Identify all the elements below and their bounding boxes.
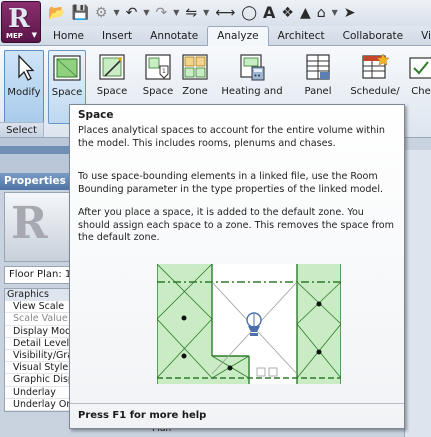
type-selector[interactable]: Floor Plan: 1 (4, 266, 70, 284)
properties-title: Properties (0, 173, 70, 190)
space-label: Space (51, 87, 83, 98)
revit-logo-icon: R (8, 4, 30, 34)
open-icon[interactable]: 📂 (48, 4, 65, 22)
type-preview: R (4, 192, 70, 262)
property-row[interactable]: Scale Value (5, 313, 69, 326)
dropdown-arrow-icon[interactable]: ▼ (203, 4, 209, 22)
property-row[interactable]: Visual Style (5, 362, 69, 375)
space-illustration (157, 264, 341, 384)
property-row[interactable]: Underlay (5, 387, 69, 399)
measure-icon[interactable]: ◯ (241, 4, 257, 22)
zone-label: Zone (182, 86, 208, 97)
undo-icon[interactable]: ↶ (126, 4, 138, 22)
view-area-strip-accent (0, 146, 70, 154)
heating-and-cooling-label: Heating and (221, 86, 283, 97)
align-icon[interactable]: ⇋ (185, 4, 197, 22)
check-systems-label: Che (411, 86, 431, 97)
dropdown-arrow-icon[interactable]: ▼ (143, 4, 149, 22)
ribbon-tabs: Home Insert Annotate Analyze Architect C… (44, 26, 431, 46)
properties-group-graphics[interactable]: Graphics (5, 289, 69, 302)
tab-annotate[interactable]: Annotate (141, 28, 207, 46)
panel-label: Panel (304, 86, 332, 97)
drawing-area-edge (404, 150, 431, 437)
tooltip-linked-file-note: To use space-bounding elements in a link… (78, 171, 384, 195)
home-icon[interactable]: ⌂ (317, 4, 326, 22)
tooltip-zone-note: After you place a space, it is added to … (78, 207, 395, 243)
view-area-strip (0, 138, 70, 173)
text-icon[interactable]: A (263, 4, 275, 22)
revit-logo-icon: R (11, 198, 48, 249)
zone-icon (182, 54, 208, 80)
section-icon[interactable]: ▲ (300, 4, 311, 22)
dropdown-arrow-icon[interactable]: ▼ (332, 4, 338, 22)
3d-view-icon[interactable]: ❖ (281, 4, 294, 22)
schedule-icon (362, 53, 390, 79)
property-row[interactable]: View Scale (5, 301, 69, 314)
panel-schedule-icon (306, 54, 330, 80)
tab-view[interactable]: View (412, 28, 431, 46)
dropdown-arrow-icon[interactable]: ▼ (173, 4, 179, 22)
modify-label: Modify (7, 87, 41, 98)
check-systems-icon (409, 57, 431, 79)
dimension-icon[interactable]: ⟷ (215, 4, 235, 22)
space-separator-icon (99, 54, 125, 80)
tab-architect[interactable]: Architect (269, 28, 334, 46)
tab-analyze[interactable]: Analyze (207, 26, 269, 46)
tooltip-title: Space (78, 109, 114, 121)
svg-text:1: 1 (162, 68, 166, 75)
tab-insert[interactable]: Insert (93, 28, 141, 46)
arrow-icon[interactable]: ➤ (344, 4, 356, 22)
tab-home[interactable]: Home (44, 28, 93, 46)
quick-access-toolbar: 📂 💾 ⚙ ▼ ↶ ▼ ↷ ▼ ⇋ ▼ ⟷ ◯ A ❖ ▲ ⌂ ▼ ➤ (0, 0, 431, 26)
app-badge: MEP (6, 32, 23, 40)
tooltip-separator (70, 403, 404, 404)
dropdown-arrow-icon[interactable]: ▼ (113, 4, 119, 22)
heating-cooling-icon (240, 54, 265, 81)
property-row[interactable]: Underlay Orientation (5, 399, 69, 411)
sync-icon[interactable]: ⚙ (95, 4, 108, 22)
space-separator-label: Space (96, 86, 128, 97)
redo-icon[interactable]: ↷ (155, 4, 167, 22)
save-icon[interactable]: 💾 (71, 4, 88, 22)
modify-button[interactable]: Modify (4, 50, 44, 124)
schedule-label: Schedule/ (350, 86, 400, 97)
properties-list: Graphics View Scale Scale Value Display … (4, 288, 70, 412)
property-row[interactable]: Detail Level (5, 338, 69, 350)
tooltip-description: Places analytical spaces to account for … (78, 125, 385, 149)
application-menu-button[interactable]: R MEP ▼ (1, 1, 41, 43)
tab-collaborate[interactable]: Collaborate (334, 28, 412, 46)
property-row[interactable]: Display Mod (5, 326, 69, 338)
space-tag-label: Space (142, 86, 174, 97)
select-panel-label[interactable]: Select (0, 122, 44, 137)
property-row[interactable]: Visibility/Gra (5, 350, 69, 363)
space-tag-icon: 1 (145, 54, 171, 80)
cursor-arrow-icon (18, 54, 35, 81)
chevron-down-icon: ▼ (31, 31, 37, 39)
space-icon (53, 55, 81, 81)
space-tooltip: Space Places analytical spaces to accoun… (69, 104, 405, 429)
check-systems-button[interactable]: Che (406, 50, 431, 122)
quick-access-icons: 📂 💾 ⚙ ▼ ↶ ▼ ↷ ▼ ⇋ ▼ ⟷ ◯ A ❖ ▲ ⌂ ▼ ➤ (48, 3, 356, 23)
tooltip-help-hint: Press F1 for more help (78, 410, 207, 421)
property-row[interactable]: Graphic Disp (5, 374, 69, 387)
